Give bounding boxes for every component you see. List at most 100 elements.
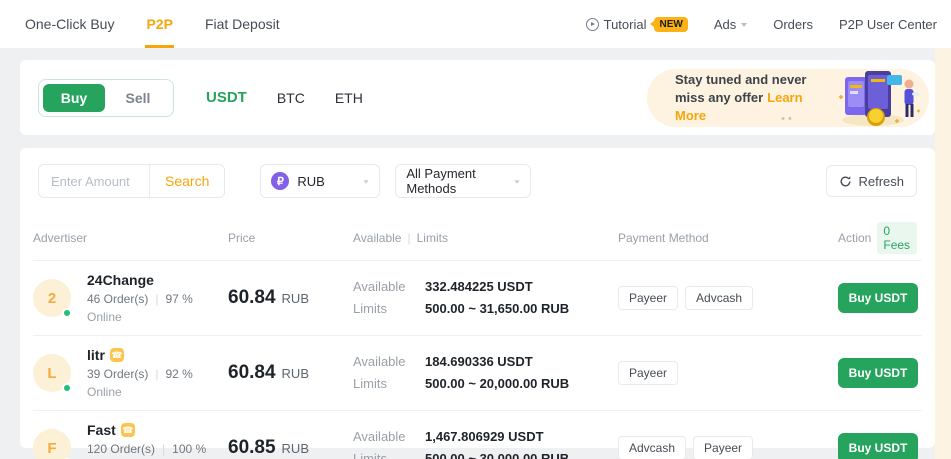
available-value: 332.484225 USDT	[425, 276, 533, 298]
offer-list: 2 24Change ☎ 46 Order(s)|97 % Online 60.…	[33, 260, 922, 459]
topnav-right: Tutorial NEW Ads Orders P2P User Center	[586, 0, 937, 48]
order-count: 39 Order(s)	[87, 367, 148, 381]
payment-method-select[interactable]: All Payment Methods	[395, 164, 531, 198]
header-action: Action 0 Fees	[838, 222, 922, 254]
price-value: 60.84	[228, 362, 276, 383]
payment-method-tag: Advcash	[618, 436, 686, 459]
available-label: Available	[353, 426, 415, 448]
offers-card: Search ₽ RUB All Payment Methods Refresh…	[20, 148, 935, 448]
coin-tab-btc[interactable]: BTC	[277, 89, 305, 106]
trade-selector-card: Buy Sell USDT BTC ETH Stay tuned and never…	[20, 60, 935, 135]
offer-row: F Fast ☎ 120 Order(s)|100 % Online 60.85…	[33, 410, 922, 459]
divider: |	[155, 442, 172, 456]
price-value: 60.84	[228, 287, 276, 308]
advertiser-cell: L litr ☎ 39 Order(s)|92 % Online	[33, 347, 228, 399]
advertiser-name[interactable]: Fast	[87, 422, 116, 438]
promo-banner[interactable]: Stay tuned and never miss any offerLearn…	[647, 69, 929, 127]
order-count: 46 Order(s)	[87, 292, 148, 306]
completion-rate: 97 %	[165, 292, 192, 306]
fiat-currency-select[interactable]: ₽ RUB	[260, 164, 380, 198]
payment-value: All Payment Methods	[406, 166, 514, 196]
zero-fees-badge: 0 Fees	[877, 222, 917, 254]
price-cell: 60.84 RUB	[228, 287, 353, 309]
price-cell: 60.85 RUB	[228, 437, 353, 459]
online-status-dot	[62, 308, 72, 318]
price-currency: RUB	[282, 441, 309, 456]
limits-value: 500.00 ~ 20,000.00 RUB	[425, 373, 569, 395]
available-value: 1,467.806929 USDT	[425, 426, 544, 448]
price-currency: RUB	[282, 291, 309, 306]
avatar-letter: 2	[48, 290, 56, 307]
table-header: Advertiser Price Available|Limits Paymen…	[33, 222, 922, 254]
available-limits-cell: Available332.484225 USDT Limits500.00 ~ …	[353, 276, 618, 320]
play-circle-icon	[586, 18, 599, 31]
new-badge: NEW	[654, 17, 687, 32]
chevron-down-icon	[741, 23, 747, 27]
refresh-button[interactable]: Refresh	[826, 165, 917, 197]
sell-tab[interactable]: Sell	[107, 84, 169, 112]
avatar[interactable]: F	[33, 429, 71, 459]
order-count: 120 Order(s)	[87, 442, 155, 456]
p2p-user-center-link[interactable]: P2P User Center	[839, 17, 937, 32]
chevron-down-icon	[515, 180, 520, 183]
buy-tab[interactable]: Buy	[43, 84, 105, 112]
payment-method-tag: Payeer	[618, 286, 678, 310]
tutorial-link[interactable]: Tutorial NEW	[586, 17, 688, 32]
avatar[interactable]: L	[33, 354, 71, 392]
buy-usdt-button[interactable]: Buy USDT	[838, 433, 918, 459]
page-side-strip	[935, 48, 951, 459]
phone-verified-icon: ☎	[110, 348, 124, 362]
buy-sell-toggle: Buy Sell	[38, 79, 174, 117]
advertiser-cell: F Fast ☎ 120 Order(s)|100 % Online	[33, 422, 228, 459]
amount-input[interactable]	[39, 174, 149, 189]
coin-tab-eth[interactable]: ETH	[335, 89, 363, 106]
limits-label: Limits	[353, 448, 415, 459]
carousel-dots[interactable]: ••	[781, 113, 795, 125]
payment-method-tag: Payeer	[693, 436, 753, 459]
payment-methods-cell: Payeer	[618, 361, 838, 385]
completion-rate: 92 %	[165, 367, 192, 381]
price-currency: RUB	[282, 366, 309, 381]
tab-p2p[interactable]: P2P	[145, 0, 173, 48]
completion-rate: 100 %	[172, 442, 206, 456]
refresh-icon	[839, 175, 852, 188]
orders-link[interactable]: Orders	[773, 17, 813, 32]
ruble-icon: ₽	[271, 172, 289, 190]
payment-methods-cell: PayeerAdvcash	[618, 286, 838, 310]
banner-illustration	[831, 67, 923, 129]
avatar-letter: L	[47, 365, 56, 382]
divider: |	[148, 367, 165, 381]
ads-label: Ads	[714, 17, 736, 32]
header-payment-method: Payment Method	[618, 231, 838, 245]
limits-label: Limits	[353, 373, 415, 395]
advertiser-name[interactable]: litr	[87, 347, 105, 363]
available-limits-cell: Available 1,467.806929 USDT Limits 500.00 …	[353, 426, 618, 459]
banner-text: Stay tuned and never miss any offerLearn…	[675, 71, 835, 125]
available-limits-cell: Available184.690336 USDT Limits500.00 ~ …	[353, 351, 618, 395]
online-status-dot	[62, 383, 72, 393]
ads-menu[interactable]: Ads	[714, 17, 747, 32]
advertiser-name[interactable]: 24Change	[87, 272, 154, 288]
limits-value: 500.00 ~ 30,000.00 RUB	[425, 448, 569, 459]
available-label: Available	[353, 276, 415, 298]
tab-one-click-buy[interactable]: One-Click Buy	[24, 0, 115, 48]
tab-fiat-deposit[interactable]: Fiat Deposit	[204, 0, 281, 48]
buy-usdt-button[interactable]: Buy USDT	[838, 358, 918, 388]
tutorial-label: Tutorial	[604, 17, 647, 32]
coin-tab-usdt[interactable]: USDT	[206, 89, 247, 106]
payment-methods-cell: Advcash Payeer	[618, 436, 838, 459]
header-advertiser: Advertiser	[33, 231, 228, 245]
available-label: Available	[353, 351, 415, 373]
avatar[interactable]: 2	[33, 279, 71, 317]
price-value: 60.85	[228, 437, 276, 458]
price-cell: 60.84 RUB	[228, 362, 353, 384]
phone-verified-icon: ☎	[121, 423, 135, 437]
offer-row: 2 24Change ☎ 46 Order(s)|97 % Online 60.…	[33, 260, 922, 335]
search-button[interactable]: Search	[150, 165, 224, 197]
offer-row: L litr ☎ 39 Order(s)|92 % Online 60.84 RU…	[33, 335, 922, 410]
fiat-value: RUB	[297, 174, 324, 189]
action-cell: Buy USDT	[838, 283, 923, 313]
buy-usdt-button[interactable]: Buy USDT	[838, 283, 918, 313]
limits-label: Limits	[353, 298, 415, 320]
chevron-down-icon	[364, 180, 369, 183]
